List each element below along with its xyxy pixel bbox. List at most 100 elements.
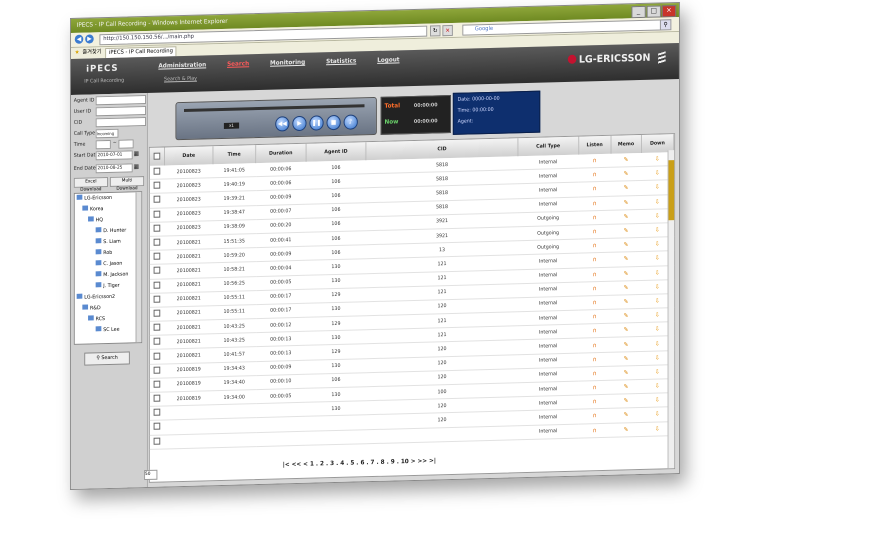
stop-icon[interactable]: ■ <box>326 114 341 131</box>
column-header[interactable]: Time <box>212 145 256 165</box>
pencil-icon[interactable]: ✎ <box>610 152 642 168</box>
headphones-icon[interactable]: ∩ <box>578 195 611 211</box>
row-checkbox[interactable] <box>149 406 165 421</box>
pencil-icon[interactable]: ✎ <box>610 351 642 367</box>
menu-statistics[interactable]: Statistics <box>326 57 356 65</box>
row-checkbox[interactable] <box>149 349 165 365</box>
row-checkbox[interactable] <box>149 363 165 379</box>
row-checkbox[interactable] <box>149 420 165 435</box>
pencil-icon[interactable]: ✎ <box>610 280 642 296</box>
pencil-icon[interactable]: ✎ <box>610 209 642 225</box>
row-checkbox[interactable] <box>149 377 165 393</box>
scrollbar-thumb[interactable] <box>668 160 675 221</box>
headphones-icon[interactable]: ∩ <box>578 422 611 438</box>
pencil-icon[interactable]: ✎ <box>610 180 642 196</box>
column-header[interactable]: Duration <box>255 143 306 164</box>
headphones-icon[interactable]: ∩ <box>578 323 611 339</box>
pencil-icon[interactable]: ✎ <box>610 237 642 253</box>
pencil-icon[interactable]: ✎ <box>610 223 642 239</box>
row-checkbox[interactable] <box>149 193 165 208</box>
headphones-icon[interactable]: ∩ <box>578 309 611 325</box>
headphones-icon[interactable]: ∩ <box>578 295 611 311</box>
column-header[interactable]: Agent ID <box>305 142 367 162</box>
pagination[interactable]: |< << < 1 . 2 . 3 . 4 . 5 . 6 . 7 . 8 . … <box>283 457 436 468</box>
submenu-search-play[interactable]: Search & Play <box>164 76 197 83</box>
row-checkbox[interactable] <box>149 321 165 336</box>
pencil-icon[interactable]: ✎ <box>610 265 642 281</box>
row-checkbox[interactable] <box>149 165 165 180</box>
end-date-input[interactable]: 2010-08-25 <box>95 163 133 174</box>
headphones-icon[interactable]: ∩ <box>578 351 611 367</box>
pause-icon[interactable]: ❚❚ <box>309 115 324 131</box>
favorites-star-icon[interactable]: ★ <box>75 48 80 59</box>
pencil-icon[interactable]: ✎ <box>610 294 642 310</box>
search-icon[interactable]: ⚲ <box>659 19 672 31</box>
headphones-icon[interactable]: ∩ <box>578 181 611 197</box>
headphones-icon[interactable]: ∩ <box>578 167 611 183</box>
row-checkbox[interactable] <box>149 207 165 223</box>
headphones-icon[interactable]: ∩ <box>578 408 611 424</box>
calendar-icon[interactable]: ▦ <box>134 150 139 157</box>
headphones-icon[interactable]: ∩ <box>578 366 611 382</box>
pencil-icon[interactable]: ✎ <box>610 365 642 381</box>
pencil-icon[interactable]: ✎ <box>610 308 642 324</box>
row-checkbox[interactable] <box>149 179 165 194</box>
row-checkbox[interactable] <box>149 221 165 237</box>
column-header[interactable]: Call Type <box>517 136 579 157</box>
pencil-icon[interactable]: ✎ <box>610 422 642 438</box>
search-button[interactable]: ⚲ Search <box>84 351 130 366</box>
playback-track[interactable] <box>184 104 365 112</box>
zoom-level[interactable]: x1 <box>223 122 240 129</box>
headphones-icon[interactable]: ∩ <box>578 238 611 254</box>
pencil-icon[interactable]: ✎ <box>610 322 642 338</box>
back-icon[interactable]: ◀ <box>74 34 84 44</box>
headphones-icon[interactable]: ∩ <box>578 380 611 396</box>
headphones-icon[interactable]: ∩ <box>578 210 611 226</box>
row-checkbox[interactable] <box>149 306 165 322</box>
minimize-button[interactable]: _ <box>631 5 646 19</box>
pencil-icon[interactable]: ✎ <box>610 393 642 409</box>
menu-monitoring[interactable]: Monitoring <box>270 59 305 67</box>
volume-icon[interactable]: ♪ <box>343 114 358 130</box>
select-all-checkbox[interactable] <box>149 147 165 166</box>
forward-icon[interactable]: ▶ <box>85 34 94 44</box>
menu-search[interactable]: Search <box>227 60 249 68</box>
maximize-button[interactable]: □ <box>646 5 661 18</box>
row-checkbox[interactable] <box>149 235 165 251</box>
row-checkbox[interactable] <box>149 292 165 308</box>
pencil-icon[interactable]: ✎ <box>610 166 642 182</box>
start-date-input[interactable]: 2010-07-01 <box>95 150 133 161</box>
row-checkbox[interactable] <box>149 278 165 294</box>
per-page-select[interactable]: 50 <box>144 469 158 481</box>
headphones-icon[interactable]: ∩ <box>578 153 611 169</box>
tree-scrollbar[interactable] <box>135 192 142 343</box>
time-to-select[interactable] <box>118 139 134 149</box>
close-button[interactable]: × <box>661 5 677 18</box>
pencil-icon[interactable]: ✎ <box>610 336 642 352</box>
headphones-icon[interactable]: ∩ <box>578 266 611 282</box>
row-checkbox[interactable] <box>149 264 165 279</box>
row-checkbox[interactable] <box>149 392 165 407</box>
headphones-icon[interactable]: ∩ <box>578 252 611 268</box>
play-icon[interactable]: ▶ <box>292 115 307 132</box>
row-checkbox[interactable] <box>149 250 165 265</box>
time-from-select[interactable] <box>95 139 111 150</box>
row-checkbox[interactable] <box>149 335 165 350</box>
excel-download-button[interactable]: Excel Download <box>73 177 108 193</box>
pencil-icon[interactable]: ✎ <box>610 379 642 395</box>
menu-administration[interactable]: Administration <box>158 61 206 69</box>
stop-icon[interactable]: × <box>442 24 453 37</box>
tree-node[interactable]: SC Lee <box>75 324 142 337</box>
headphones-icon[interactable]: ∩ <box>578 280 611 296</box>
headphones-icon[interactable]: ∩ <box>578 224 611 240</box>
menu-logout[interactable]: Logout <box>377 56 399 64</box>
column-header[interactable]: Date <box>164 146 213 166</box>
pencil-icon[interactable]: ✎ <box>610 195 642 211</box>
table-scrollbar[interactable] <box>667 150 675 469</box>
headphones-icon[interactable]: ∩ <box>578 337 611 353</box>
row-checkbox[interactable] <box>149 434 165 450</box>
calendar-icon[interactable]: ▦ <box>134 163 139 170</box>
pencil-icon[interactable]: ✎ <box>610 251 642 267</box>
multi-download-button[interactable]: Multi Download <box>109 176 145 192</box>
favorites-label[interactable]: 즐겨찾기 <box>82 47 101 59</box>
